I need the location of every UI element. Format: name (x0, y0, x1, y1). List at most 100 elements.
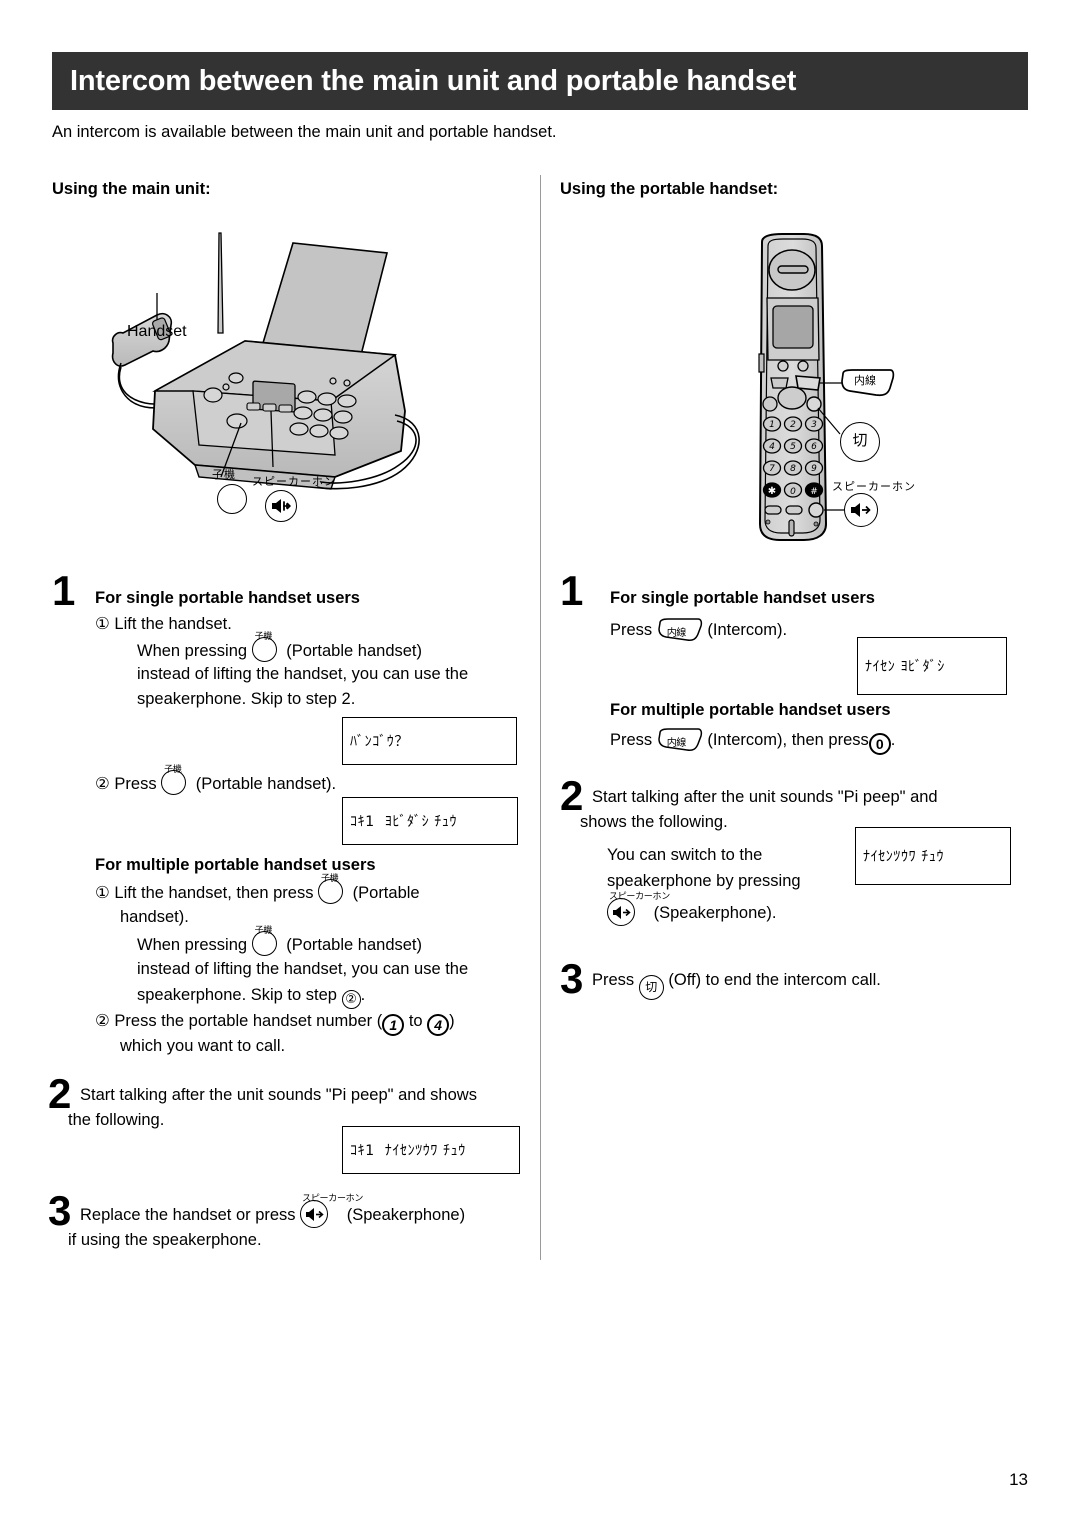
lcd-display-koki1-yobidashi: ｺｷ1 ﾖﾋﾞﾀﾞｼ ﾁｭｳ (342, 797, 518, 845)
portable-handset-button-icon (217, 484, 247, 514)
intercom-button-glyph-2: 内線 (657, 728, 703, 752)
intercom-button-glyph-text: 内線 (666, 628, 687, 639)
svg-text:5: 5 (790, 442, 796, 452)
portable-handset-rubi-4: 子機 (254, 926, 273, 936)
svg-text:3: 3 (811, 420, 817, 430)
speakerphone-button-label: スピーカーホン (252, 475, 336, 488)
right-step-3-number: 3 (560, 955, 584, 1002)
right-press2-b: (Intercom), then press (707, 731, 869, 749)
svg-text:0: 0 (790, 487, 796, 497)
right-step2-line5: スピーカーホン (Speakerphone). (607, 892, 987, 927)
manual-page: Intercom between the main unit and porta… (0, 0, 1080, 1526)
left-multi-item2-c: which you want to call. (120, 1037, 286, 1055)
svg-text:7: 7 (769, 464, 775, 474)
left-multi-item1-f: instead of lifting the handset, you can … (137, 960, 469, 978)
list-marker-m1: ① (95, 884, 110, 902)
left-multi-item2-b: ) (449, 1012, 455, 1030)
svg-text:8: 8 (790, 464, 796, 474)
left-multi-item1-a: Lift the handset, then press (114, 884, 314, 902)
left-step1-item1-cont: When pressing 子機 (Portable handset) (137, 632, 557, 665)
right-step3-line: Press 切 (Off) to end the intercom call. (592, 968, 1012, 1000)
svg-text:2: 2 (790, 420, 796, 430)
left-step1-item1: ① Lift the handset. (95, 612, 535, 638)
right-step2-line3: You can switch to the (607, 846, 763, 864)
left-multi-item1-c: handset). (120, 908, 189, 926)
list-marker-1: ① (95, 615, 110, 633)
portable-handset-rubi: 子機 (254, 632, 273, 642)
off-button-text: 切 (852, 431, 868, 449)
left-step3-line1b: (Speakerphone) (346, 1206, 466, 1224)
right-single-user-heading: For single portable handset users (610, 589, 875, 607)
left-step-1-number: 1 (52, 567, 76, 614)
svg-text:#: # (810, 487, 818, 497)
left-step-3-number: 3 (48, 1187, 72, 1234)
left-multi-item1-e: (Portable handset) (286, 936, 422, 954)
right-press2-a: Press (610, 731, 653, 749)
column-divider (540, 175, 541, 1260)
left-item1-line3: instead of lifting the handset, you can … (137, 665, 469, 683)
intercom-button-glyph: 内線 (657, 618, 703, 642)
left-column-heading: Using the main unit: (52, 180, 211, 198)
off-button-glyph: 切 (638, 975, 664, 1000)
left-multi-item1-h: . (360, 986, 366, 1004)
handset-callout-label: Handset (127, 323, 187, 340)
right-step3-b: (Off) to end the intercom call. (668, 971, 881, 989)
left-step1-item2: ② Press 子機 (Portable handset). (95, 765, 535, 798)
svg-text:1: 1 (769, 420, 775, 430)
speakerphone-button-icon (265, 490, 297, 522)
keypad-4-glyph: 4 (427, 1014, 450, 1036)
left-single-user-heading: For single portable handset users (95, 589, 360, 607)
speakerphone-button-glyph-2 (607, 898, 635, 926)
right-step2-speakerphone-text: (Speakerphone). (653, 904, 777, 922)
list-marker-m2: ② (95, 1012, 110, 1030)
portable-handset-button-label: 子機 (212, 468, 236, 481)
left-item2-b: (Portable handset). (195, 775, 337, 793)
lcd-display-naisen-tsuwa: ﾅｲｾﾝﾂｳﾜ ﾁｭｳ (855, 827, 1011, 885)
lcd-display-naisen-yobidashi: ﾅｲｾﾝ ﾖﾋﾞﾀﾞｼ (857, 637, 1007, 695)
left-step3-line1a: Replace the handset or press (80, 1206, 296, 1224)
left-item1-line1: Lift the handset. (114, 615, 232, 633)
left-step3-line1: Replace the handset or press スピーカーホン (Sp… (80, 1194, 550, 1229)
right-step-1-number: 1 (560, 567, 584, 614)
right-column-heading: Using the portable handset: (560, 180, 779, 198)
left-multi-item1-b: (Portable (352, 884, 420, 902)
left-multi-item2-to: to (408, 1012, 423, 1030)
left-multi-item1: ① Lift the handset, then press 子機 (Porta… (95, 874, 545, 907)
step-ref-2: ② (341, 990, 361, 1009)
off-button-callout: 切 (840, 422, 880, 462)
left-multi-item2: ② Press the portable handset number (1 t… (95, 1009, 545, 1036)
left-item1-line2b: (Portable handset) (286, 642, 422, 660)
handset-speakerphone-label: スピーカーホン (832, 480, 916, 493)
lcd-display-koki1-naisen: ｺｷ1 ﾅｲｾﾝﾂｳﾜ ﾁｭｳ (342, 1126, 520, 1174)
page-title-bar: Intercom between the main unit and porta… (52, 52, 1028, 110)
svg-text:6: 6 (811, 442, 817, 452)
right-press2-c: . (890, 731, 896, 749)
intercom-button-callout: 内線 (840, 368, 896, 398)
intro-text: An intercom is available between the mai… (52, 123, 557, 141)
page-title: Intercom between the main unit and porta… (70, 64, 797, 97)
right-step2-line1: Start talking after the unit sounds "Pi … (592, 788, 938, 806)
list-marker-2: ② (95, 775, 110, 793)
keypad-0-glyph: 0 (868, 733, 891, 755)
right-press-b: (Intercom). (707, 621, 788, 639)
left-item1-line4: speakerphone. Skip to step 2. (137, 690, 356, 708)
right-press-a: Press (610, 621, 653, 639)
svg-text:4: 4 (769, 442, 775, 452)
left-item2-a: Press (114, 775, 157, 793)
lcd-display-bangou: ﾊﾞﾝｺﾞｳ？ (342, 717, 517, 765)
left-multi-item1-when: When pressing 子機 (Portable handset) (137, 926, 557, 959)
left-item1-line2a: When pressing (137, 642, 248, 660)
svg-text:9: 9 (811, 464, 817, 474)
page-number: 13 (1009, 1470, 1028, 1489)
svg-text:✱: ✱ (768, 486, 776, 497)
left-multi-item1-g: speakerphone. Skip to step (137, 986, 337, 1004)
right-step1-press2: Press 内線 (Intercom), then press 0. (610, 728, 1010, 755)
right-step3-a: Press (592, 971, 635, 989)
intercom-button-glyph-text-2: 内線 (666, 738, 687, 749)
portable-handset-rubi-2: 子機 (164, 765, 182, 775)
left-multi-item1-skip: speakerphone. Skip to step ②. (137, 983, 557, 1009)
handset-speakerphone-icon (844, 493, 878, 527)
left-multi-item2-a: Press the portable handset number ( (114, 1012, 383, 1030)
intercom-button-text: 内線 (854, 374, 876, 387)
portable-handset-rubi-3: 子機 (321, 874, 339, 884)
